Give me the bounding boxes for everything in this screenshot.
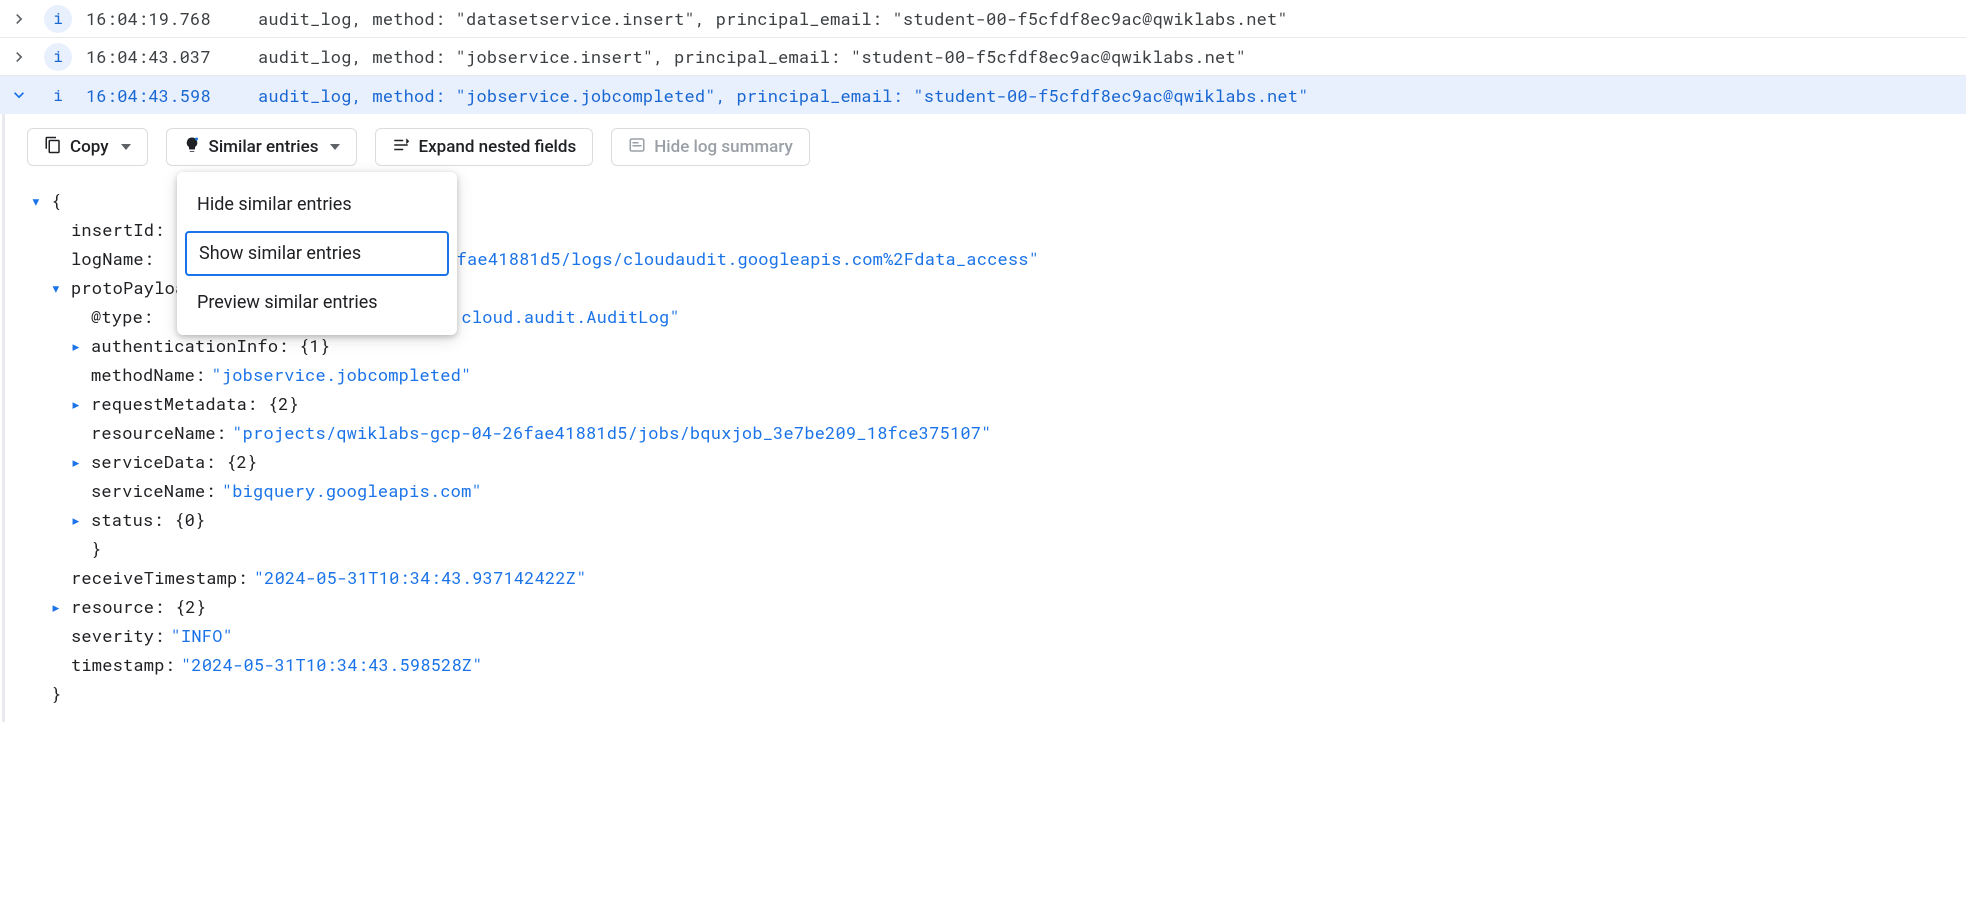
chevron-down-icon[interactable] (47, 276, 65, 299)
summary-method: "jobservice.jobcompleted" (456, 84, 716, 107)
hide-summary-label: Hide log summary (654, 137, 793, 157)
summary-email: "student-00-f5cfdf8ec9ac@qwiklabs.net" (851, 45, 1246, 68)
json-value: "projects/qwiklabs-gcp-04-26fae41881d5/j… (232, 421, 991, 444)
copy-icon (44, 136, 62, 159)
json-key: serviceName: (91, 479, 216, 502)
summary-text: , principal_email: (716, 84, 914, 107)
chevron-right-icon[interactable] (67, 508, 85, 531)
chevron-right-icon[interactable] (67, 392, 85, 415)
json-value: "bigquery.googleapis.com" (222, 479, 482, 502)
expand-nested-button[interactable]: Expand nested fields (375, 128, 593, 166)
hide-summary-button[interactable]: Hide log summary (611, 128, 810, 166)
chevron-right-icon[interactable] (8, 9, 30, 29)
json-value: "INFO" (171, 624, 233, 647)
copy-button[interactable]: Copy (27, 128, 148, 166)
json-key: serviceData: {2} (91, 450, 257, 473)
chevron-right-icon[interactable] (8, 47, 30, 67)
detail-toolbar: Copy Similar entries Expand nested field… (5, 114, 1966, 180)
summary-method: "datasetservice.insert" (456, 7, 695, 30)
severity-badge: i (42, 43, 74, 71)
menu-item-preview-similar[interactable]: Preview similar entries (177, 280, 457, 325)
log-row-expanded[interactable]: i 16:04:43.598 audit_log, method: "jobse… (0, 76, 1966, 114)
json-key: @type: (91, 305, 153, 328)
json-brace: } (51, 682, 61, 705)
severity-badge: i (42, 85, 74, 106)
json-value: cloud.audit.AuditLog" (461, 305, 679, 328)
copy-label: Copy (70, 137, 109, 157)
summary-text: audit_log, method: (258, 7, 456, 30)
json-key: resourceName: (91, 421, 226, 444)
severity-badge: i (42, 5, 74, 33)
menu-item-show-similar[interactable]: Show similar entries (185, 231, 449, 276)
caret-down-icon (121, 144, 131, 150)
log-timestamp: 16:04:43.037 (86, 45, 246, 68)
log-timestamp: 16:04:43.598 (86, 84, 246, 107)
json-value: "2024-05-31T10:34:43.937142422Z" (254, 566, 587, 589)
json-key: methodName: (91, 363, 205, 386)
summary-text: audit_log, method: (258, 84, 456, 107)
summary-text: , principal_email: (653, 45, 851, 68)
summary-email: "student-00-f5cfdf8ec9ac@qwiklabs.net" (913, 84, 1308, 107)
log-detail-panel: Copy Similar entries Expand nested field… (2, 114, 1966, 722)
chevron-down-icon[interactable] (27, 189, 45, 212)
json-value: 6fae41881d5/logs/cloudaudit.googleapis.c… (446, 247, 1039, 270)
chevron-right-icon[interactable] (67, 450, 85, 473)
json-key: authenticationInfo: {1} (91, 334, 330, 357)
similar-entries-menu: Hide similar entries Show similar entrie… (177, 172, 457, 335)
similar-entries-button[interactable]: Similar entries (166, 128, 358, 166)
summary-text: audit_log, method: (258, 45, 456, 68)
json-key: status: {0} (91, 508, 205, 531)
json-value: "2024-05-31T10:34:43.598528Z" (181, 653, 483, 676)
summary-email: "student-00-f5cfdf8ec9ac@qwiklabs.net" (893, 7, 1288, 30)
chevron-down-icon[interactable] (8, 85, 30, 105)
summary-text: , principal_email: (695, 7, 893, 30)
log-timestamp: 16:04:19.768 (86, 7, 246, 30)
log-row[interactable]: i 16:04:43.037 audit_log, method: "jobse… (0, 38, 1966, 76)
json-key: severity: (71, 624, 165, 647)
json-brace: } (91, 537, 101, 560)
similar-label: Similar entries (209, 137, 319, 157)
expand-icon (392, 136, 410, 159)
expand-label: Expand nested fields (418, 137, 576, 157)
json-key: resource: {2} (71, 595, 206, 618)
chevron-right-icon[interactable] (47, 595, 65, 618)
caret-down-icon (330, 144, 340, 150)
json-key: logName: (71, 247, 154, 270)
lightbulb-icon (183, 136, 201, 159)
log-summary: audit_log, method: "jobservice.insert", … (258, 45, 1246, 68)
menu-item-hide-similar[interactable]: Hide similar entries (177, 182, 457, 227)
log-summary: audit_log, method: "jobservice.jobcomple… (258, 84, 1309, 107)
json-value: "jobservice.jobcompleted" (211, 363, 471, 386)
chevron-right-icon[interactable] (67, 334, 85, 357)
json-key: insertId: (71, 218, 165, 241)
log-summary: audit_log, method: "datasetservice.inser… (258, 7, 1288, 30)
json-brace: { (51, 189, 61, 212)
json-key: requestMetadata: {2} (91, 392, 299, 415)
json-key: receiveTimestamp: (71, 566, 248, 589)
json-key: timestamp: (71, 653, 175, 676)
log-row[interactable]: i 16:04:19.768 audit_log, method: "datas… (0, 0, 1966, 38)
summary-icon (628, 136, 646, 159)
summary-method: "jobservice.insert" (456, 45, 654, 68)
